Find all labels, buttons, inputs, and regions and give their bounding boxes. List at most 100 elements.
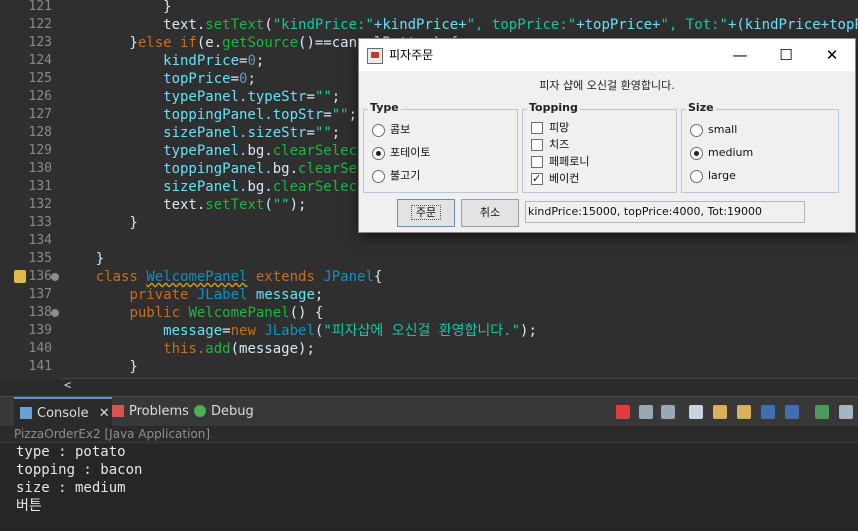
code-text: text.setText("kindPrice:"+kindPrice+", t… [62, 17, 858, 33]
line-number: 127 [28, 107, 52, 122]
pin-console-icon[interactable] [815, 405, 829, 419]
code-text: public WelcomePanel() { [129, 305, 324, 321]
line-number: 122 [28, 17, 52, 32]
display-console-icon[interactable] [839, 405, 853, 419]
line-number: 136 [28, 269, 52, 284]
line-number: 134 [28, 233, 52, 248]
code-line: 140 this.add(message); [0, 340, 858, 358]
fold-marker-icon[interactable] [51, 309, 59, 317]
line-number: 123 [28, 35, 52, 50]
console-icon [20, 407, 32, 419]
warning-icon[interactable] [14, 270, 26, 283]
code-text: topPrice=0; [62, 71, 256, 87]
terminate-icon[interactable] [616, 405, 630, 419]
topping-option-label: 페페로니 [549, 155, 590, 168]
result-text-field[interactable]: kindPrice:15000, topPrice:4000, Tot:1900… [525, 201, 805, 223]
checkbox-icon [531, 122, 543, 134]
code-text: private JLabel message; [129, 287, 324, 303]
code-text: this.add(message); [62, 341, 315, 357]
checkbox-checked-icon [531, 170, 543, 188]
code-text: class WelcomePanel extends JPanel{ [95, 269, 383, 285]
line-number: 128 [28, 125, 52, 140]
remove-all-launches-icon[interactable] [661, 405, 675, 419]
code-line: 138 public WelcomePanel() { [0, 304, 858, 322]
show-stderr-icon[interactable] [785, 405, 799, 419]
type-option-label: 콤보 [390, 123, 411, 136]
welcome-label: 피자 샵에 오신걸 환영합니다. [539, 79, 675, 92]
line-number: 135 [28, 251, 52, 266]
code-line: 122 text.setText("kindPrice:"+kindPrice+… [0, 16, 858, 34]
line-number: 133 [28, 215, 52, 230]
line-number: 137 [28, 287, 52, 302]
line-number: 129 [28, 143, 52, 158]
console-launch-title: PizzaOrderEx2 [Java Application] [0, 426, 858, 443]
size-option-label: large [708, 169, 736, 182]
code-line: 137 private JLabel message; [0, 286, 858, 304]
problems-icon [112, 405, 124, 417]
word-wrap-icon[interactable] [737, 405, 751, 419]
line-number: 140 [28, 341, 52, 356]
line-number: 124 [28, 53, 52, 68]
size-option-label: small [708, 123, 738, 136]
minimize-icon[interactable]: — [717, 39, 763, 71]
code-text: message=new JLabel("피자샵에 오신걸 환영합니다."); [62, 323, 537, 339]
code-line: 121 } [0, 0, 858, 16]
line-number: 131 [28, 179, 52, 194]
code-text: typePanel.typeStr=""; [62, 89, 341, 105]
cancel-button[interactable]: 취소 [461, 199, 519, 227]
radio-selected-icon [690, 147, 703, 160]
console-output[interactable]: type : potato topping : bacon size : med… [0, 443, 858, 531]
line-number: 139 [28, 323, 52, 338]
show-stdout-icon[interactable] [761, 405, 775, 419]
code-text: } [62, 0, 172, 15]
code-text: } [62, 215, 138, 231]
code-line: 135 } [0, 250, 858, 268]
checkbox-icon [531, 139, 543, 151]
close-icon[interactable]: ✕ [99, 406, 110, 421]
code-text: } [62, 251, 105, 267]
tab-debug[interactable]: Debug [194, 397, 254, 427]
tab-console-label: Console [37, 406, 89, 421]
console-tab-bar: Console ✕ Problems Debug [0, 396, 858, 427]
tab-console[interactable]: Console ✕ [14, 397, 112, 427]
order-button-label: 주문 [410, 205, 442, 220]
code-text: } [62, 359, 138, 375]
horizontal-scrollbar[interactable]: < [62, 378, 858, 393]
topping-option-label: 베이컨 [549, 172, 580, 185]
tab-problems-label: Problems [129, 404, 189, 419]
clear-console-icon[interactable] [689, 405, 703, 419]
code-text: sizePanel.sizeStr=""; [62, 125, 341, 141]
code-text: kindPrice=0; [62, 53, 265, 69]
fold-marker-icon[interactable] [51, 273, 59, 281]
line-number: 121 [28, 0, 52, 14]
radio-icon [372, 124, 385, 137]
code-line: 134 [0, 232, 858, 250]
dialog-title: 피자주문 [389, 48, 434, 62]
order-button[interactable]: 주문 [397, 199, 455, 227]
code-text: text.setText(""); [62, 197, 307, 213]
scroll-left-arrow-icon[interactable]: < [64, 378, 71, 392]
topping-option-label: 피망 [549, 121, 570, 134]
type-group: Type 콤보 포테이토 불고기 [363, 101, 518, 193]
size-option-label: medium [708, 146, 754, 159]
close-icon[interactable]: ✕ [809, 39, 855, 71]
type-option-label: 포테이토 [390, 146, 431, 159]
radio-selected-icon [372, 147, 385, 160]
radio-icon [690, 170, 703, 183]
java-app-icon [367, 48, 383, 64]
pizza-order-dialog: 피자주문 — ☐ ✕ 피자 샵에 오신걸 환영합니다. Type 콤보 포테이토… [358, 38, 856, 233]
maximize-icon[interactable]: ☐ [763, 39, 809, 71]
console-line: size : medium [16, 480, 126, 496]
type-option-label: 불고기 [390, 169, 421, 182]
topping-option-label: 치즈 [549, 138, 570, 151]
line-number: 141 [28, 359, 52, 374]
radio-icon [690, 124, 703, 137]
size-legend: Size [686, 101, 716, 114]
line-number: 132 [28, 197, 52, 212]
line-number: 125 [28, 71, 52, 86]
tab-problems[interactable]: Problems [112, 397, 189, 427]
dialog-titlebar[interactable]: 피자주문 — ☐ ✕ [359, 39, 855, 71]
remove-launch-icon[interactable] [639, 405, 653, 419]
scroll-lock-icon[interactable] [713, 405, 727, 419]
code-line: 139 message=new JLabel("피자샵에 오신걸 환영합니다."… [0, 322, 858, 340]
